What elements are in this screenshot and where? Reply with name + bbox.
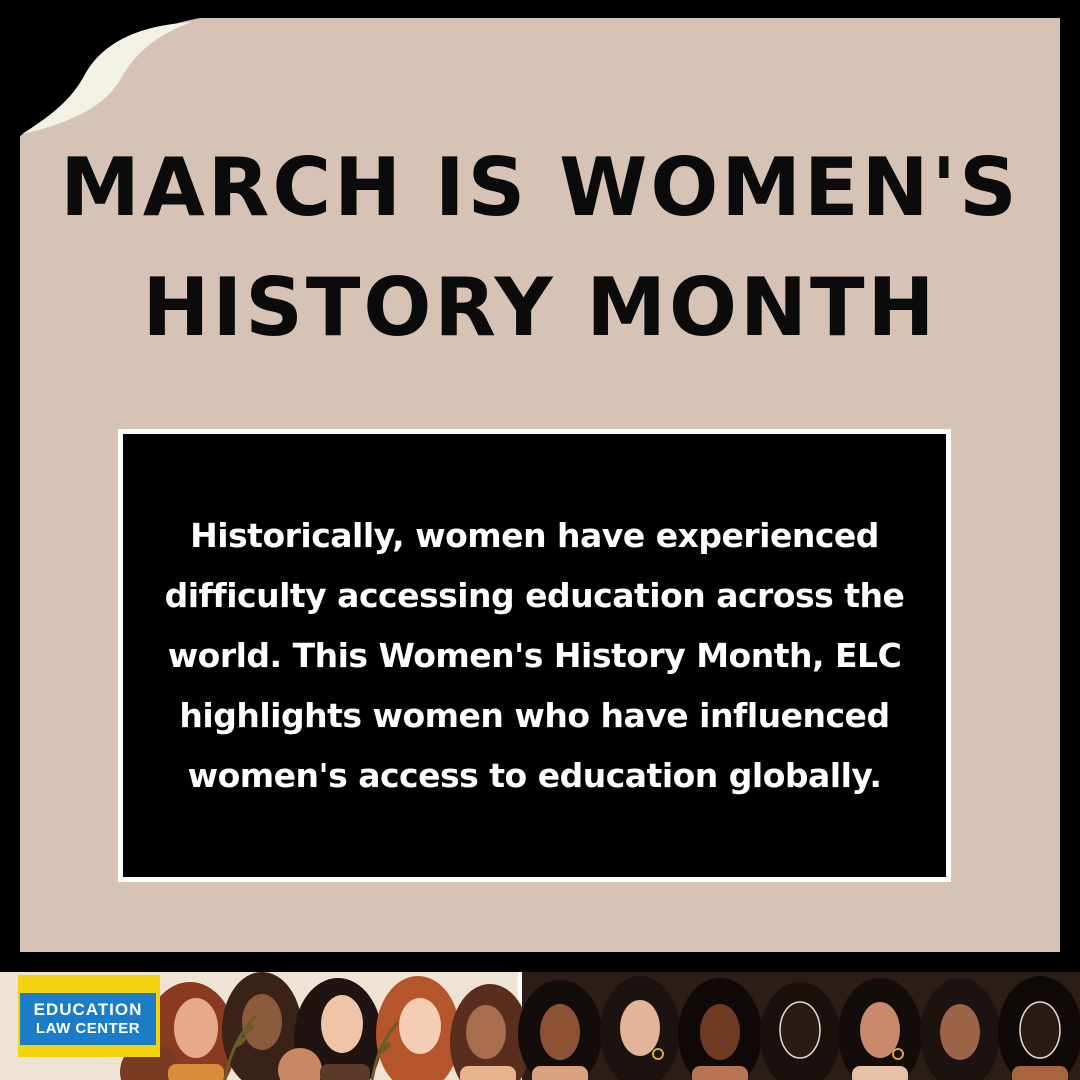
message-box: Historically, women have experienced dif… xyxy=(118,429,951,882)
education-law-center-logo: EDUCATION LAW CENTER xyxy=(18,975,160,1057)
page-curl-icon xyxy=(20,18,200,136)
page-title: MARCH IS WOMEN'S HISTORY MONTH xyxy=(20,128,1060,368)
message-text: Historically, women have experienced dif… xyxy=(164,515,905,795)
footer-artwork xyxy=(0,972,1080,1080)
logo-line-2: LAW CENTER xyxy=(35,1020,141,1037)
poster-canvas: MARCH IS WOMEN'S HISTORY MONTH Historica… xyxy=(0,0,1080,1080)
women-crowd-illustration xyxy=(0,972,1080,1080)
logo-badge: EDUCATION LAW CENTER xyxy=(20,993,156,1045)
title-line-1: MARCH IS WOMEN'S xyxy=(60,141,1020,234)
logo-line-1: EDUCATION xyxy=(33,1000,143,1019)
title-line-2: HISTORY MONTH xyxy=(142,261,938,354)
